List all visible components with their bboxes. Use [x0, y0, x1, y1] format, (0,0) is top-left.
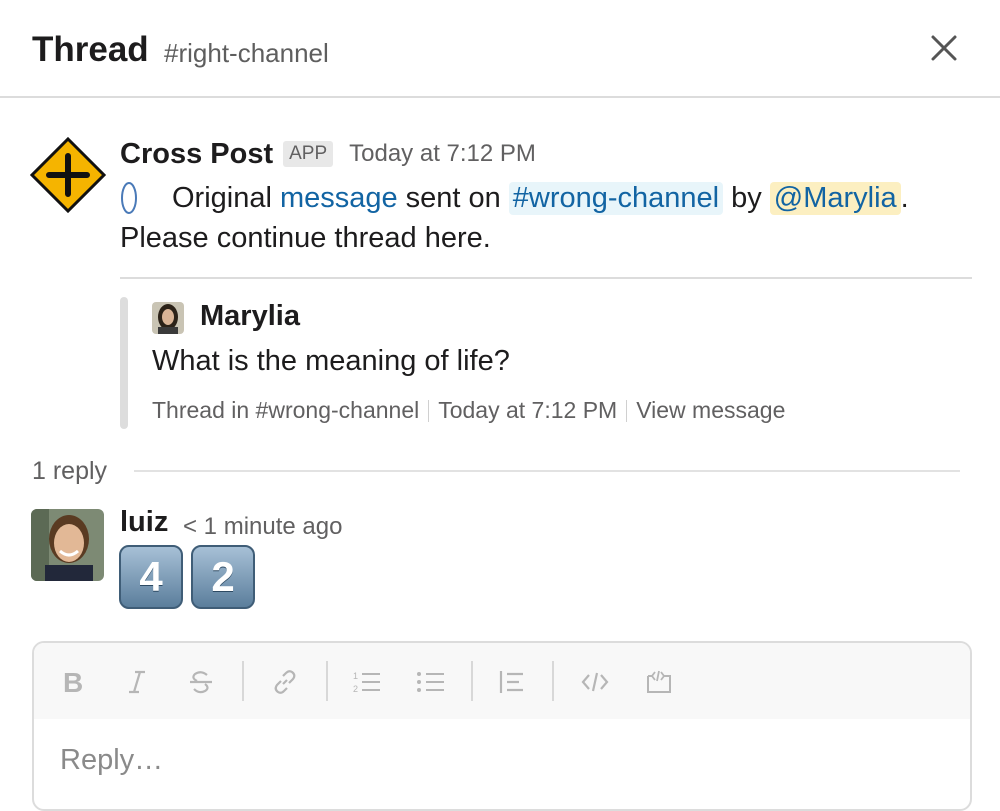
reply-time[interactable]: < 1 minute ago — [183, 513, 342, 541]
reply-divider — [134, 470, 960, 472]
bot-message-header: Cross Post APP Today at 7:12 PM — [120, 136, 536, 172]
strikethrough-icon[interactable] — [184, 665, 218, 699]
thread-channel-link[interactable]: #right-channel — [164, 38, 329, 69]
app-badge: APP — [283, 141, 334, 167]
toolbar-divider — [471, 661, 473, 701]
code-icon[interactable] — [578, 665, 612, 699]
bold-icon[interactable]: B — [56, 665, 90, 699]
text-original: Original — [172, 181, 272, 214]
italic-icon[interactable] — [120, 665, 154, 699]
message-attachment: Marylia What is the meaning of life? Thr… — [120, 297, 820, 429]
attachment-text: What is the meaning of life? — [152, 345, 510, 377]
attachment-author[interactable]: Marylia — [200, 300, 300, 333]
text-by: by — [731, 181, 762, 214]
formatting-toolbar: B 12 — [34, 643, 970, 719]
crossroads-sign-icon[interactable] — [29, 136, 107, 214]
reply-count: 1 reply — [32, 457, 108, 485]
keycap-four-emoji: 4 — [119, 545, 183, 609]
code-block-icon[interactable] — [642, 665, 676, 699]
ordered-list-icon[interactable]: 12 — [350, 665, 384, 699]
avatar[interactable] — [152, 302, 184, 334]
channel-mention[interactable]: #wrong-channel — [508, 181, 724, 215]
text-sent-on: sent on — [405, 181, 501, 214]
bot-message-text: Original message sent on #wrong-channel … — [120, 177, 909, 219]
svg-text:1: 1 — [353, 671, 358, 681]
attachment-bar — [120, 297, 128, 429]
bot-message-line2: Please continue thread here. — [120, 222, 491, 254]
svg-text:B: B — [63, 668, 83, 696]
footer-time[interactable]: Today at 7:12 PM — [438, 397, 617, 424]
footer-separator — [428, 399, 430, 422]
toolbar-divider — [326, 661, 328, 701]
toolbar-divider — [552, 661, 554, 701]
keycap-two-emoji: 2 — [191, 545, 255, 609]
loading-spinner-icon — [120, 181, 138, 215]
footer-separator — [626, 399, 628, 422]
attachment-footer: Thread in #wrong-channel Today at 7:12 P… — [152, 397, 785, 424]
bulleted-list-icon[interactable] — [414, 665, 448, 699]
thread-title: Thread — [32, 30, 149, 69]
message-divider — [120, 277, 972, 279]
reply-author[interactable]: luiz — [120, 506, 168, 539]
user-mention[interactable]: @Marylia — [769, 181, 901, 215]
bot-author-name[interactable]: Cross Post — [120, 138, 273, 171]
reply-composer: B 12 — [32, 641, 972, 811]
message-link[interactable]: message — [280, 182, 398, 215]
reply-input[interactable] — [58, 739, 942, 781]
thread-header: Thread #right-channel — [0, 0, 1000, 98]
message-timestamp[interactable]: Today at 7:12 PM — [349, 140, 536, 168]
toolbar-divider — [242, 661, 244, 701]
svg-text:2: 2 — [353, 684, 358, 694]
text-period: . — [900, 181, 909, 214]
footer-thread-link[interactable]: Thread in #wrong-channel — [152, 397, 419, 424]
blockquote-icon[interactable] — [494, 665, 528, 699]
view-message-link[interactable]: View message — [636, 397, 785, 424]
close-icon[interactable] — [926, 30, 962, 66]
avatar[interactable] — [31, 509, 104, 581]
reply-emoji-row: 4 2 — [119, 545, 255, 609]
link-icon[interactable] — [268, 665, 302, 699]
